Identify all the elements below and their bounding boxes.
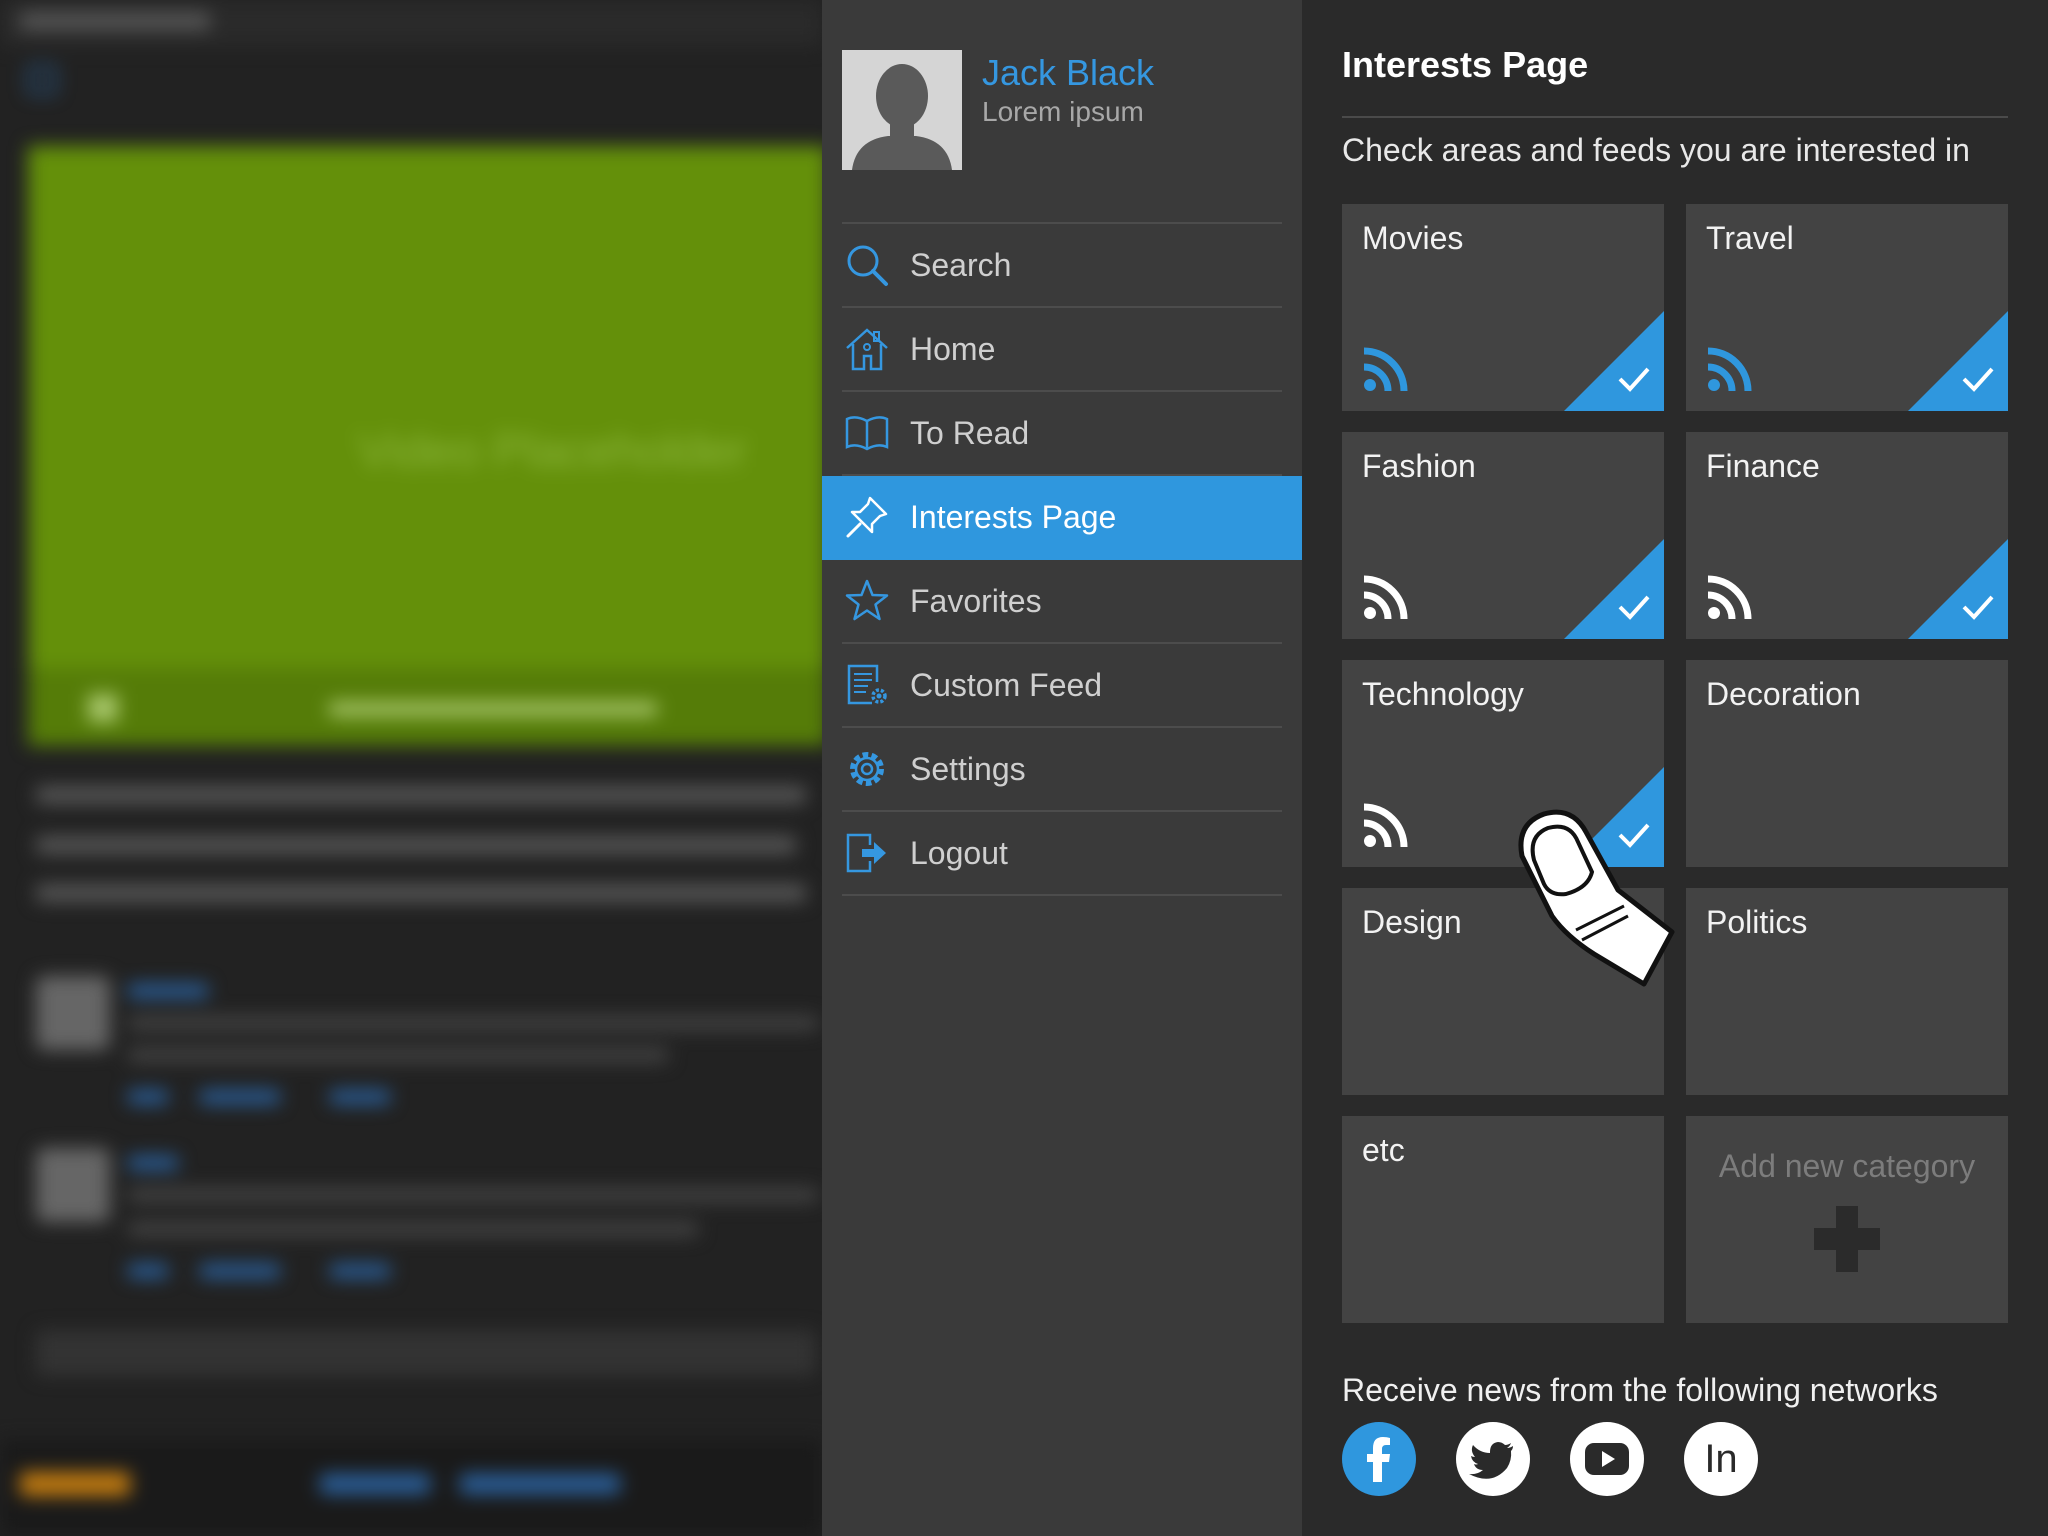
menu-item-search[interactable]: Search [842,224,1282,308]
user-profile[interactable]: Jack Black Lorem ipsum [842,50,1282,170]
menu-item-settings[interactable]: Settings [842,728,1282,812]
menu-item-to-read[interactable]: To Read [842,392,1282,476]
rss-icon [1707,347,1752,392]
menu-item-logout[interactable]: Logout [842,812,1282,896]
menu-item-interests-page[interactable]: Interests Page [822,476,1302,560]
twitter-icon [1469,1442,1513,1479]
avatar [842,50,962,170]
rss-icon [1363,575,1408,620]
pin-icon [844,494,890,540]
tile-label: Design [1362,904,1462,940]
tile-label: etc [1362,1132,1405,1168]
networks-label: Receive news from the following networks [1342,1372,1938,1408]
facebook-icon [1367,1437,1390,1482]
menu-list: Search Home To Read Interests Page Favor… [822,222,1302,896]
menu-item-label: Settings [910,750,1026,787]
rss-icon [1363,803,1408,848]
page-title: Interests Page [1342,44,1589,85]
interest-tile-movies[interactable]: Movies [1342,204,1664,411]
interest-tile-fashion[interactable]: Fashion [1342,432,1664,639]
user-subtitle: Lorem ipsum [982,96,1144,127]
book-icon [844,410,890,456]
youtube-button[interactable] [1570,1422,1644,1496]
instruction-text: Check areas and feeds you are interested… [1342,132,1970,168]
background-app-blurred: Video Placeholder [0,0,822,1536]
interest-tile-decoration[interactable]: Decoration [1686,660,2008,867]
menu-item-label: Interests Page [910,498,1117,535]
tile-label: Fashion [1362,448,1476,484]
tile-label: Decoration [1706,676,1861,712]
interests-panel: Interests Page Check areas and feeds you… [1302,0,2048,1536]
user-name: Jack Black [982,52,1155,93]
menu-item-home[interactable]: Home [842,308,1282,392]
rss-icon [1363,347,1408,392]
facebook-button[interactable] [1342,1422,1416,1496]
checkmark-icon [1908,311,2008,411]
title-divider [1342,116,2008,118]
tile-label: Travel [1706,220,1794,256]
side-menu: Jack Black Lorem ipsum Search Home To Re… [822,0,1302,1536]
add-category-button[interactable]: Add new category [1686,1116,2008,1323]
gear-icon [844,746,890,792]
interest-tile-travel[interactable]: Travel [1686,204,2008,411]
menu-item-label: To Read [910,414,1030,451]
interest-tile-politics[interactable]: Politics [1686,888,2008,1095]
search-icon [844,242,890,288]
tap-hand-icon [1518,809,1675,987]
logout-icon [844,830,890,876]
interest-tile-etc[interactable]: etc [1342,1116,1664,1323]
feed-settings-icon [844,662,890,708]
menu-item-label: Custom Feed [910,666,1103,703]
menu-item-label: Home [910,330,996,367]
linkedin-icon: In [1704,1436,1738,1481]
checkmark-icon [1908,539,2008,639]
tile-label: Technology [1362,676,1524,712]
rss-icon [1707,575,1752,620]
twitter-button[interactable] [1456,1422,1530,1496]
menu-item-label: Search [910,246,1012,283]
interest-tile-finance[interactable]: Finance [1686,432,2008,639]
add-category-label: Add new category [1718,1148,1976,1184]
youtube-icon [1585,1443,1629,1475]
menu-item-favorites[interactable]: Favorites [842,560,1282,644]
tile-label: Finance [1706,448,1820,484]
menu-item-label: Logout [910,834,1008,871]
menu-item-label: Favorites [910,582,1042,619]
star-icon [844,578,890,624]
tile-label: Movies [1362,220,1464,256]
linkedin-button[interactable]: In [1684,1422,1758,1496]
menu-item-custom-feed[interactable]: Custom Feed [842,644,1282,728]
home-icon [844,326,890,372]
checkmark-icon [1564,539,1664,639]
plus-icon [1814,1206,1880,1272]
tile-label: Politics [1706,904,1808,940]
checkmark-icon [1564,311,1664,411]
